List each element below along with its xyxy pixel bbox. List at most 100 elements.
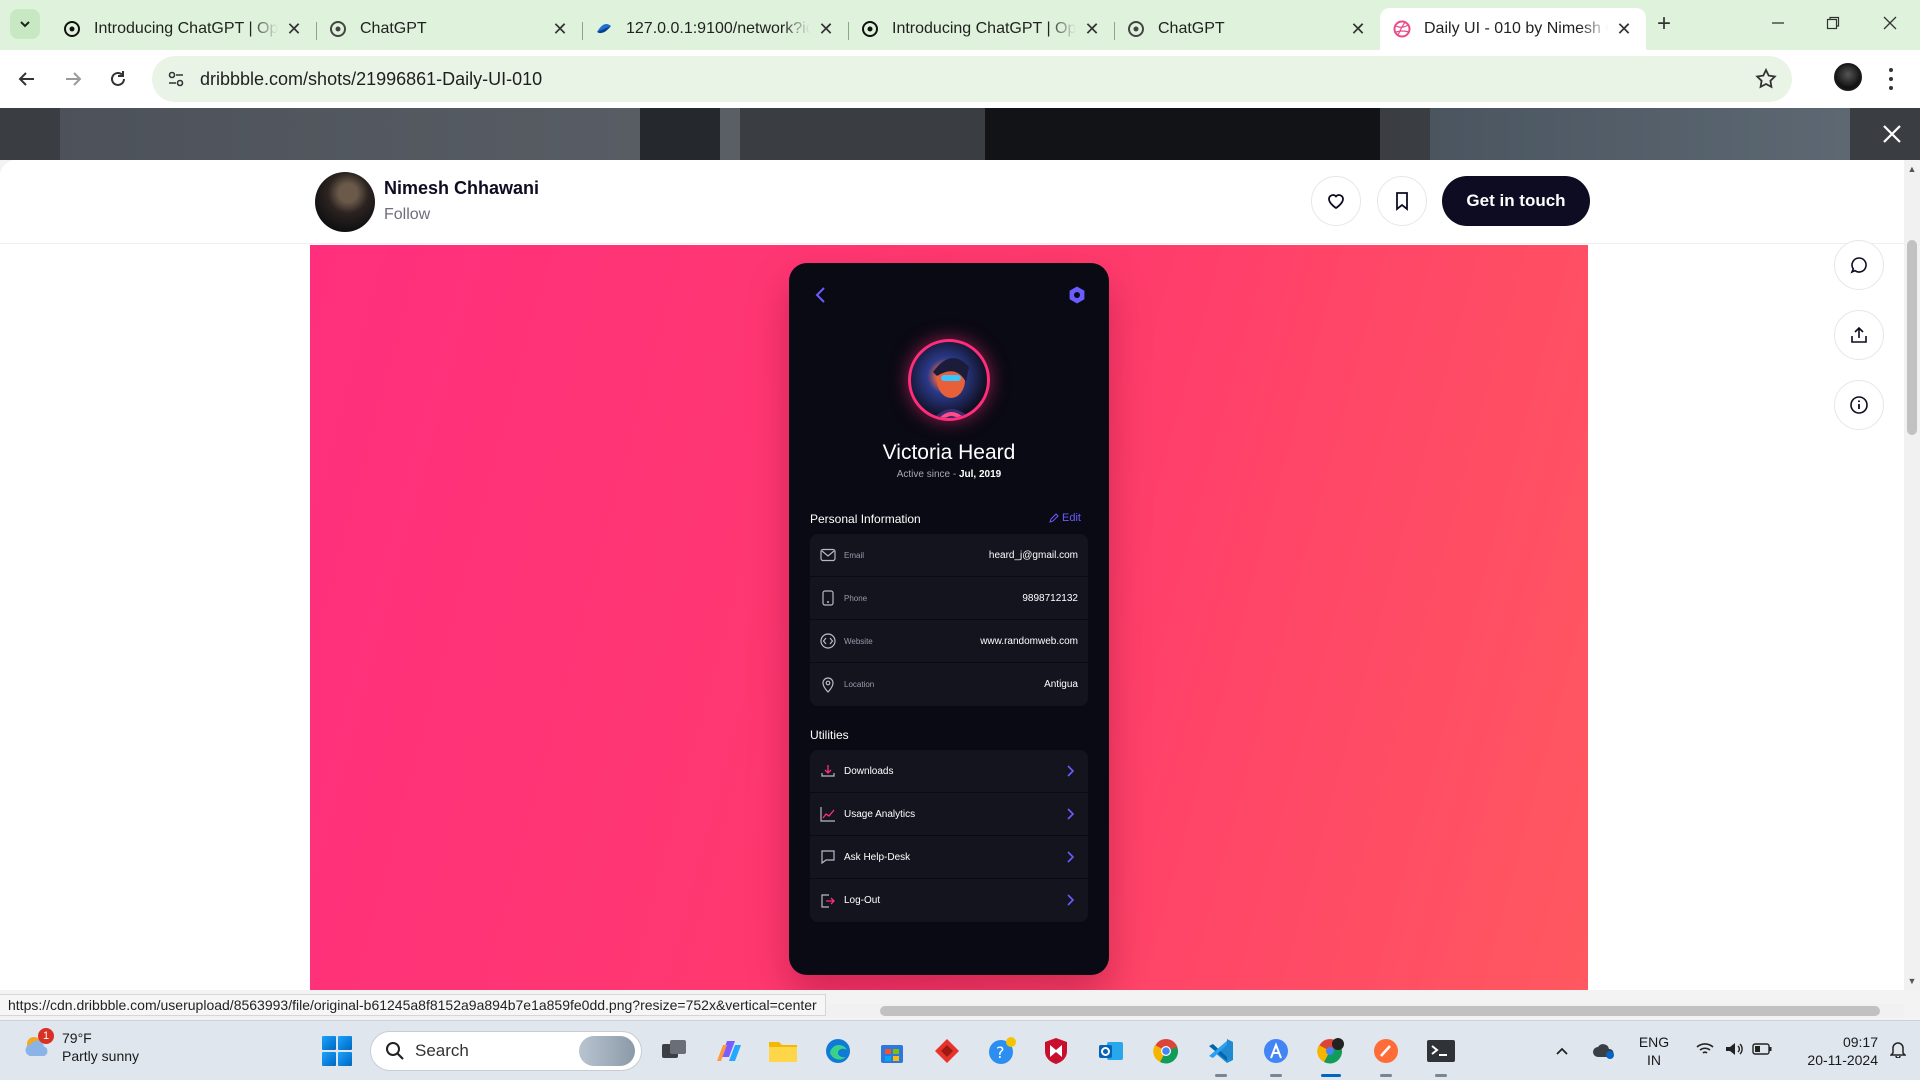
site-info-icon[interactable] bbox=[162, 65, 190, 93]
scroll-up-arrow-icon[interactable]: ▲ bbox=[1907, 164, 1917, 174]
info-row-website: Website www.randomweb.com bbox=[810, 620, 1088, 663]
code-icon bbox=[820, 633, 836, 649]
comments-button[interactable] bbox=[1834, 240, 1884, 290]
shot-header: Nimesh Chhawani Follow Get in touch bbox=[0, 160, 1904, 244]
designer-avatar[interactable] bbox=[315, 172, 375, 232]
info-row-location: Location Antigua bbox=[810, 663, 1088, 706]
tab-daily-ui-dribbble[interactable]: Daily UI - 010 by Nimesh Chhawani ✕ bbox=[1380, 8, 1646, 50]
chevron-right-icon bbox=[1067, 851, 1075, 863]
designer-name[interactable]: Nimesh Chhawani bbox=[384, 178, 539, 199]
forward-button[interactable] bbox=[56, 62, 90, 96]
url-text[interactable]: dribbble.com/shots/21996861-Daily-UI-010 bbox=[200, 69, 542, 90]
background-shot-thumbnail bbox=[1430, 108, 1850, 160]
onedrive-icon[interactable] bbox=[1584, 1042, 1624, 1060]
details-button[interactable] bbox=[1834, 380, 1884, 430]
microsoft-store-icon[interactable] bbox=[876, 1035, 908, 1067]
outlook-icon[interactable] bbox=[1095, 1035, 1127, 1067]
mcafee-icon[interactable] bbox=[1040, 1035, 1072, 1067]
info-row-phone: Phone 9898712132 bbox=[810, 577, 1088, 620]
scrollbar-thumb[interactable] bbox=[1907, 240, 1917, 435]
utility-label: Log-Out bbox=[844, 895, 881, 906]
like-button[interactable] bbox=[1311, 176, 1361, 226]
search-highlight-image bbox=[579, 1036, 635, 1066]
get-help-icon[interactable]: ? bbox=[986, 1035, 1018, 1067]
restore-button[interactable] bbox=[1813, 8, 1853, 38]
minimize-icon bbox=[1772, 22, 1784, 24]
info-icon bbox=[1850, 396, 1868, 414]
browser-menu-button[interactable] bbox=[1886, 64, 1896, 94]
new-tab-button[interactable]: + bbox=[1650, 10, 1678, 38]
mail-icon bbox=[820, 547, 836, 563]
profile-name: Victoria Heard bbox=[882, 441, 1016, 464]
address-bar[interactable]: dribbble.com/shots/21996861-Daily-UI-010 bbox=[152, 56, 1792, 102]
close-icon[interactable]: ✕ bbox=[1614, 19, 1634, 39]
personal-info-card: Email heard_j@gmail.com Phone 9898712132… bbox=[810, 534, 1088, 706]
search-icon bbox=[386, 1042, 404, 1060]
scrollbar-thumb[interactable] bbox=[880, 1006, 1880, 1016]
active-since-text: Active since - Jul, 2019 bbox=[896, 469, 1002, 480]
close-window-button[interactable] bbox=[1870, 8, 1910, 38]
clock[interactable]: 09:17 20-11-2024 bbox=[1794, 1033, 1878, 1069]
follow-link[interactable]: Follow bbox=[384, 206, 430, 224]
utilities-card: Downloads Usage Analytics Ask Help-Desk … bbox=[810, 750, 1088, 922]
restore-icon bbox=[1826, 16, 1840, 30]
chrome-icon[interactable] bbox=[1150, 1035, 1182, 1067]
chevron-down-icon bbox=[20, 21, 30, 28]
get-in-touch-button[interactable]: Get in touch bbox=[1442, 176, 1590, 226]
app-a-icon[interactable] bbox=[1260, 1035, 1292, 1077]
tab-localhost-network[interactable]: 127.0.0.1:9100/network?id= ✕ bbox=[582, 12, 849, 46]
start-button[interactable] bbox=[322, 1036, 352, 1066]
vscode-icon[interactable] bbox=[1205, 1035, 1237, 1077]
reload-button[interactable] bbox=[101, 62, 135, 96]
tab-introducing-chatgpt-1[interactable]: Introducing ChatGPT | OpenAI ✕ bbox=[50, 12, 317, 46]
copilot-icon[interactable] bbox=[713, 1035, 745, 1067]
language-indicator[interactable]: ENG IN bbox=[1634, 1033, 1674, 1069]
clock-time: 09:17 bbox=[1842, 1034, 1878, 1050]
tab-title: Daily UI - 010 by Nimesh Chhawani bbox=[1424, 20, 1608, 37]
terminal-icon[interactable] bbox=[1425, 1035, 1457, 1077]
minimize-button[interactable] bbox=[1758, 8, 1798, 38]
battery-icon[interactable] bbox=[1752, 1042, 1772, 1060]
background-shot-thumbnail bbox=[985, 108, 1380, 160]
edge-icon[interactable] bbox=[822, 1035, 854, 1067]
close-modal-button[interactable] bbox=[1878, 120, 1906, 148]
tab-search-button[interactable] bbox=[10, 9, 40, 39]
shot-image[interactable]: Victoria Heard Active since - Jul, 2019 … bbox=[310, 245, 1588, 990]
close-icon[interactable]: ✕ bbox=[284, 19, 304, 39]
postman-icon[interactable] bbox=[1370, 1035, 1402, 1077]
wifi-icon[interactable] bbox=[1696, 1042, 1714, 1061]
profile-avatar[interactable] bbox=[1834, 63, 1862, 91]
tab-chatgpt-2[interactable]: ChatGPT ✕ bbox=[1114, 12, 1380, 46]
heart-icon bbox=[1328, 194, 1344, 210]
edit-link: Edit bbox=[1049, 512, 1081, 524]
back-button[interactable] bbox=[10, 62, 44, 96]
vertical-scrollbar[interactable]: ▲ ▼ bbox=[1904, 160, 1920, 990]
file-explorer-icon[interactable] bbox=[767, 1035, 799, 1067]
show-hidden-icons-button[interactable] bbox=[1548, 1046, 1576, 1056]
close-icon[interactable]: ✕ bbox=[816, 19, 836, 39]
red-diamond-app-icon[interactable] bbox=[931, 1035, 963, 1067]
tab-chatgpt-1[interactable]: ChatGPT ✕ bbox=[316, 12, 583, 46]
bookmark-star-icon[interactable] bbox=[1754, 67, 1778, 91]
close-icon[interactable]: ✕ bbox=[1348, 19, 1368, 39]
task-view-icon[interactable] bbox=[658, 1035, 690, 1067]
taskbar-search[interactable]: Search bbox=[370, 1031, 642, 1071]
scroll-down-arrow-icon[interactable]: ▼ bbox=[1907, 976, 1917, 986]
chrome-profile-icon[interactable] bbox=[1315, 1035, 1347, 1077]
chat-icon bbox=[820, 849, 836, 865]
utility-downloads: Downloads bbox=[810, 750, 1088, 793]
notifications-bell-icon[interactable] bbox=[1889, 1040, 1907, 1063]
tab-title: Introducing ChatGPT | OpenAI bbox=[892, 20, 1076, 37]
pencil-icon bbox=[1049, 513, 1059, 523]
share-button[interactable] bbox=[1834, 310, 1884, 360]
weather-widget[interactable]: 1 79°F Partly sunny bbox=[22, 1028, 139, 1065]
close-icon[interactable]: ✕ bbox=[1082, 19, 1102, 39]
background-shot-thumbnail bbox=[640, 108, 720, 160]
browser-toolbar: dribbble.com/shots/21996861-Daily-UI-010 bbox=[0, 50, 1920, 108]
tab-introducing-chatgpt-2[interactable]: Introducing ChatGPT | OpenAI ✕ bbox=[848, 12, 1115, 46]
info-label: Location bbox=[844, 680, 875, 689]
save-button[interactable] bbox=[1377, 176, 1427, 226]
tab-list: Introducing ChatGPT | OpenAI ✕ ChatGPT ✕… bbox=[50, 8, 1646, 50]
volume-icon[interactable] bbox=[1724, 1041, 1744, 1062]
close-icon[interactable]: ✕ bbox=[550, 19, 570, 39]
